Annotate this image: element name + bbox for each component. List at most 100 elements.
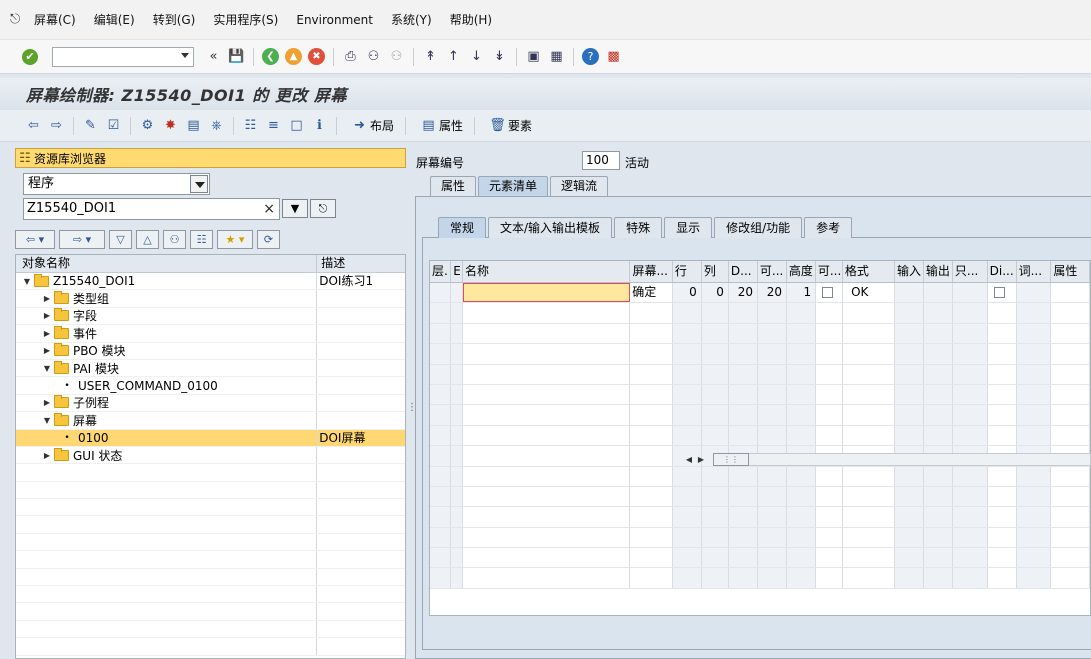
- grid-cell[interactable]: [953, 323, 988, 344]
- attributes-button[interactable]: ▤ 属性: [417, 117, 463, 134]
- grid-cell[interactable]: [988, 548, 1017, 568]
- back-arrow-icon[interactable]: ⇦: [25, 117, 42, 134]
- grid-cell[interactable]: [463, 323, 631, 344]
- grid-row[interactable]: [430, 548, 1090, 569]
- tree-row[interactable]: • 0100 DOI屏幕: [16, 429, 405, 447]
- grid-cell[interactable]: [924, 568, 954, 588]
- grid-cell[interactable]: [816, 527, 844, 548]
- grid-cell[interactable]: [1051, 568, 1090, 588]
- tree-node[interactable]: ▼ 屏幕: [16, 412, 318, 429]
- grid-cell[interactable]: [758, 425, 788, 446]
- grid-cell[interactable]: [451, 568, 463, 588]
- grid-cell[interactable]: [672, 364, 702, 384]
- grid-cell[interactable]: [630, 446, 673, 466]
- grid-cell[interactable]: [988, 527, 1017, 548]
- chevron-down-icon[interactable]: [181, 52, 189, 58]
- grid-cell[interactable]: [1051, 384, 1090, 405]
- grid-cell[interactable]: [758, 405, 788, 425]
- tree-node[interactable]: ▶ 字段: [16, 307, 318, 325]
- display-glasses-button[interactable]: ⎋: [310, 199, 336, 218]
- browser-up-button[interactable]: ▽: [109, 229, 132, 249]
- object-type-select[interactable]: 程序: [23, 173, 210, 195]
- grid-cell[interactable]: [895, 405, 925, 425]
- grid-cell[interactable]: 20: [758, 283, 788, 303]
- grid-cell[interactable]: [463, 527, 631, 548]
- grid-cell[interactable]: [729, 548, 759, 568]
- grid-cell[interactable]: [758, 364, 788, 384]
- grid-cell[interactable]: [816, 323, 844, 344]
- grid-cell[interactable]: [463, 548, 631, 568]
- collapse-icon[interactable]: «: [205, 48, 222, 65]
- grid-col-header[interactable]: 名称: [463, 261, 631, 282]
- find-icon[interactable]: ⚇: [365, 48, 382, 65]
- grid-cell[interactable]: [816, 548, 844, 568]
- grid-cell[interactable]: [630, 486, 673, 507]
- grid-cell[interactable]: [451, 486, 463, 507]
- checkbox[interactable]: [822, 287, 834, 298]
- grid-cell[interactable]: 1: [787, 283, 817, 303]
- grid-cell[interactable]: [758, 527, 788, 548]
- grid-cell[interactable]: [953, 548, 988, 568]
- grid-cell[interactable]: [630, 384, 673, 405]
- grid-cell[interactable]: [787, 466, 817, 486]
- tree-col-description[interactable]: 描述: [317, 255, 405, 272]
- grid-col-header[interactable]: 屏幕...: [630, 261, 673, 282]
- grid-cell[interactable]: [701, 466, 730, 486]
- grid-cell[interactable]: [430, 466, 452, 486]
- grid-cell[interactable]: [463, 568, 631, 588]
- grid-cell[interactable]: [630, 344, 673, 364]
- grid-cell[interactable]: [672, 568, 702, 588]
- hierarchy-icon[interactable]: ☷: [242, 117, 259, 134]
- tree-row[interactable]: • USER_COMMAND_0100: [16, 377, 405, 395]
- expand-icon[interactable]: ▶: [42, 398, 52, 407]
- grid-cell[interactable]: 0: [701, 283, 729, 303]
- grid-cell[interactable]: [924, 527, 954, 548]
- grid-cell[interactable]: [924, 364, 954, 384]
- prev-page-icon[interactable]: ↑: [445, 48, 462, 65]
- grid-row[interactable]: [430, 405, 1090, 426]
- grid-row[interactable]: [430, 344, 1090, 365]
- menu-goto[interactable]: 转到(G): [153, 11, 196, 28]
- grid-cell[interactable]: [463, 486, 631, 507]
- grid-cell[interactable]: [924, 384, 954, 405]
- grid-cell[interactable]: [1051, 364, 1090, 384]
- grid-cell[interactable]: [729, 303, 759, 323]
- grid-cell[interactable]: [758, 344, 788, 364]
- tree-node[interactable]: ▶ 事件: [16, 325, 318, 342]
- tab-references[interactable]: 参考: [804, 217, 853, 238]
- grid-col-header[interactable]: D...: [729, 261, 758, 282]
- grid-cell[interactable]: [1016, 384, 1052, 405]
- grid-cell[interactable]: [672, 344, 702, 364]
- grid-cell[interactable]: [430, 405, 452, 425]
- cancel-icon[interactable]: ✖: [308, 48, 325, 65]
- tab-special[interactable]: 特殊: [614, 217, 663, 238]
- object-dropdown-button[interactable]: ▼: [282, 199, 308, 218]
- grid-cell[interactable]: [701, 303, 730, 323]
- grid-cell[interactable]: [895, 568, 925, 588]
- grid-cell[interactable]: [729, 425, 759, 446]
- grid-cell[interactable]: [988, 364, 1017, 384]
- grid-cell[interactable]: 确定: [630, 283, 673, 303]
- grid-cell[interactable]: [758, 507, 788, 527]
- grid-cell[interactable]: [1016, 303, 1052, 323]
- grid-cell[interactable]: [816, 344, 844, 364]
- grid-cell[interactable]: [816, 568, 844, 588]
- grid-cell[interactable]: [1051, 303, 1090, 323]
- grid-cell[interactable]: [430, 486, 452, 507]
- grid-cell[interactable]: [451, 466, 463, 486]
- grid-cell[interactable]: [924, 548, 954, 568]
- grid-cell[interactable]: [843, 303, 896, 323]
- grid-cell[interactable]: [1016, 425, 1052, 446]
- menu-help[interactable]: 帮助(H): [450, 11, 492, 28]
- collapse-icon[interactable]: ▼: [42, 416, 52, 425]
- grid-cell[interactable]: [672, 425, 702, 446]
- grid-cell[interactable]: [988, 568, 1017, 588]
- grid-cell[interactable]: [630, 425, 673, 446]
- grid-cell[interactable]: [701, 364, 730, 384]
- grid-cell[interactable]: [895, 486, 925, 507]
- grid-cell[interactable]: [988, 507, 1017, 527]
- expand-icon[interactable]: ▶: [42, 311, 52, 320]
- grid-cell[interactable]: [729, 384, 759, 405]
- grid-cell[interactable]: [451, 527, 463, 548]
- grid-cell[interactable]: [672, 507, 702, 527]
